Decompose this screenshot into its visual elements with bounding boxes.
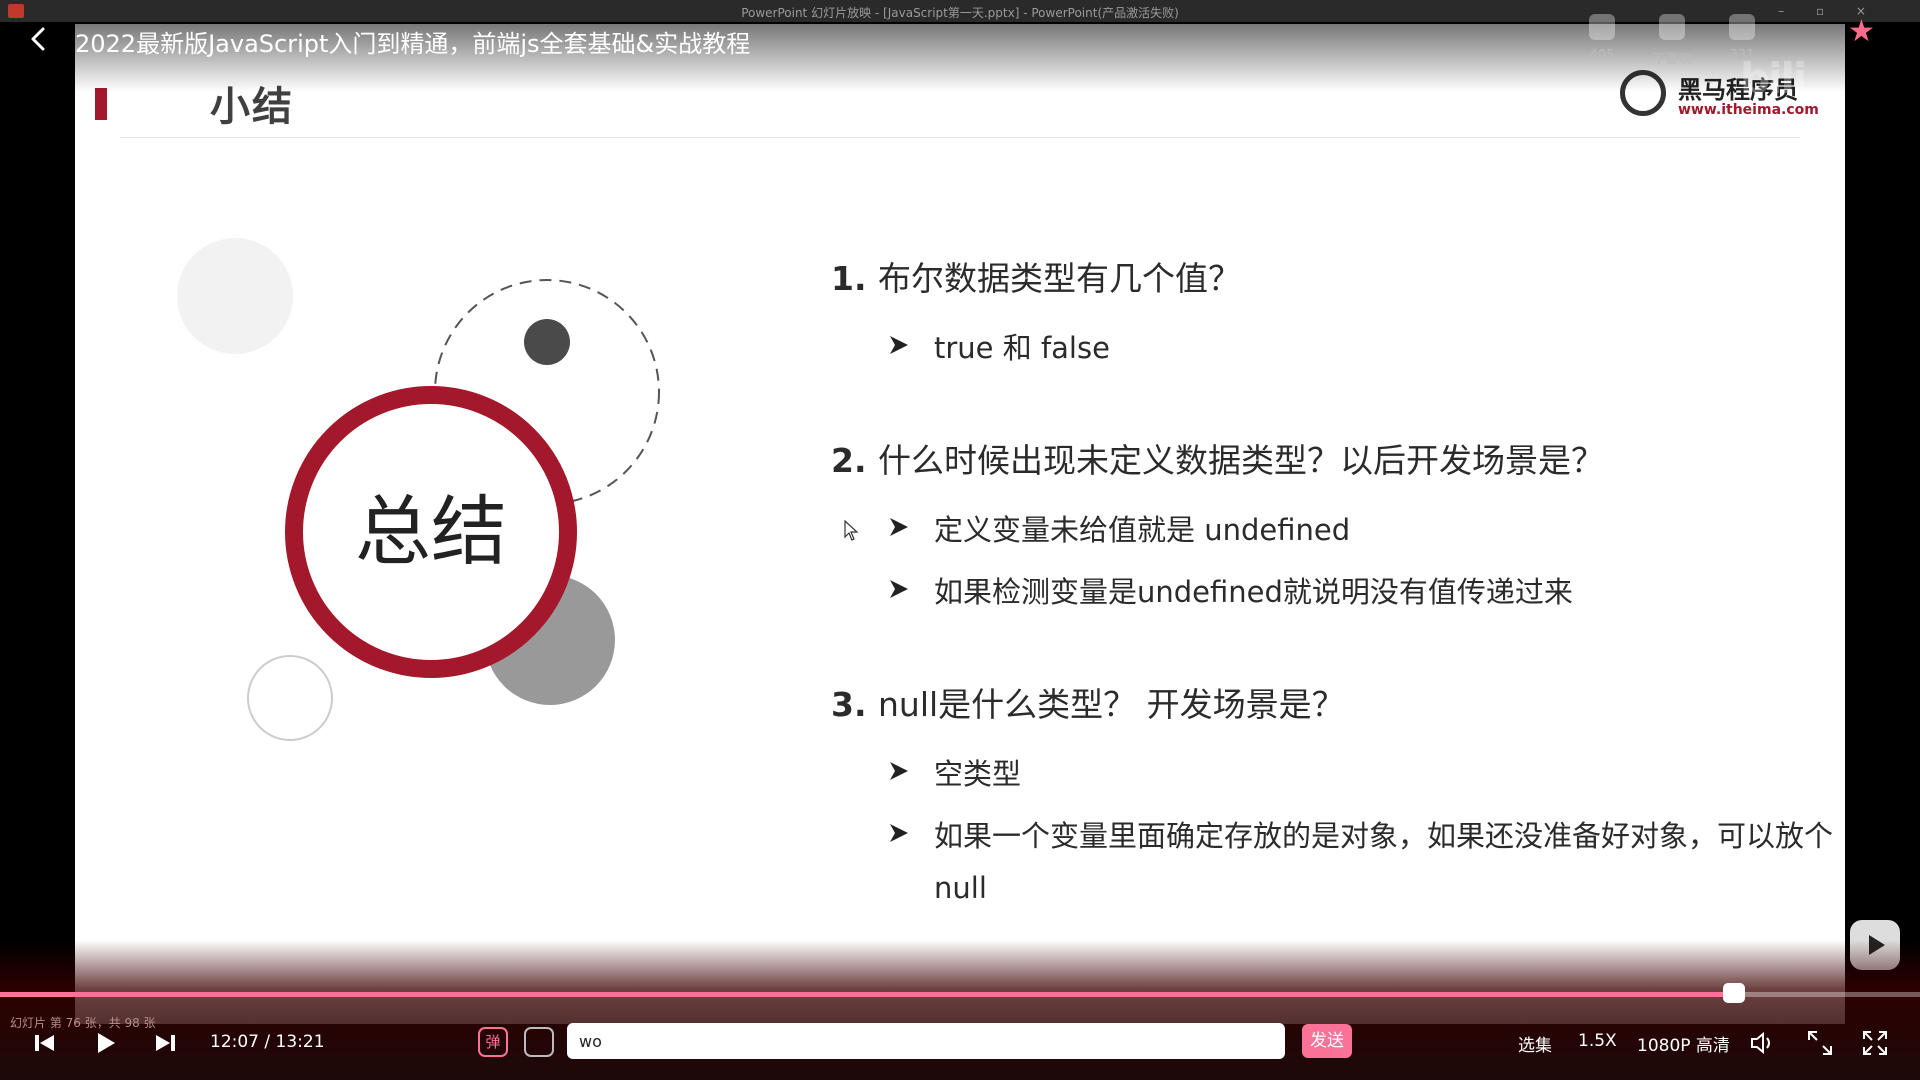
bullet-arrow-icon <box>890 518 908 536</box>
fullscreen-icon[interactable] <box>1860 1028 1890 1058</box>
question-number: 3. <box>831 685 867 724</box>
danmaku-settings-icon[interactable] <box>524 1027 554 1057</box>
like-icon <box>1589 14 1615 40</box>
bilibili-watermark-icon: bili <box>1740 54 1807 103</box>
play-icon[interactable] <box>90 1028 120 1058</box>
bullet-arrow-icon <box>890 762 908 780</box>
danmaku-toggle[interactable]: 弹 <box>478 1027 508 1057</box>
deco-circle-outline <box>247 655 333 741</box>
summary-circles-graphic: 总结 <box>177 238 660 741</box>
progress-thumb-icon[interactable] <box>1722 983 1745 1003</box>
dislike-button[interactable]: 不喜欢 <box>1642 14 1702 67</box>
answer-item: 定义变量未给值就是 undefined <box>831 504 1841 556</box>
coin-icon <box>1729 14 1755 40</box>
brand-url: www.itheima.com <box>1678 102 1819 118</box>
speed-button[interactable]: 1.5X <box>1578 1031 1617 1051</box>
favorite-star-icon[interactable]: ★ <box>1848 14 1875 49</box>
time-display: 12:07 / 13:21 <box>210 1032 325 1052</box>
summary-label: 总结 <box>355 487 507 576</box>
dislike-label: 不喜欢 <box>1652 52 1692 67</box>
bullet-arrow-icon <box>890 824 908 842</box>
question-item: 2. 什么时候出现未定义数据类型？以后开发场景是？ <box>831 434 1841 504</box>
answer-item: 如果一个变量里面确定存放的是对象，如果还没准备好对象，可以放个null <box>831 810 1841 914</box>
quality-button[interactable]: 1080P 高清 <box>1637 1031 1730 1056</box>
danmaku-input[interactable] <box>567 1023 1285 1059</box>
answer-item: 如果检测变量是undefined就说明没有值传递过来 <box>831 566 1841 618</box>
back-arrow-icon[interactable] <box>24 24 54 54</box>
question-item: 3. null是什么类型？ 开发场景是？ <box>831 678 1841 748</box>
question-number: 2. <box>831 441 867 480</box>
answer-text: 定义变量未给值就是 undefined <box>934 513 1351 547</box>
video-stats: 405 不喜欢 331 <box>1572 14 1872 84</box>
answer-item: true 和 false <box>831 322 1841 374</box>
answer-text: 如果一个变量里面确定存放的是对象，如果还没准备好对象，可以放个null <box>934 819 1834 905</box>
question-text: 什么时候出现未定义数据类型？以后开发场景是？ <box>878 441 1604 480</box>
answer-text: true 和 false <box>934 331 1110 365</box>
bullet-arrow-icon <box>890 580 908 598</box>
web-fullscreen-icon[interactable] <box>1805 1028 1835 1058</box>
answer-text: 空类型 <box>934 757 1022 791</box>
question-number: 1. <box>831 259 867 298</box>
question-text: null是什么类型？ 开发场景是？ <box>878 685 1345 724</box>
like-button[interactable]: 405 <box>1572 14 1632 63</box>
deco-circle-dark <box>524 319 570 365</box>
answer-item: 空类型 <box>831 748 1841 800</box>
progress-bar[interactable] <box>0 983 1920 1003</box>
next-icon[interactable] <box>150 1028 180 1058</box>
question-item: 1. 布尔数据类型有几个值？ <box>831 252 1841 322</box>
bullet-arrow-icon <box>890 336 908 354</box>
dislike-icon <box>1659 14 1685 40</box>
deco-circle-light <box>177 238 293 354</box>
player-controls <box>0 940 1920 1080</box>
video-title: 2022最新版JavaScript入门到精通，前端js全套基础&实战教程 <box>75 30 751 58</box>
question-list: 1. 布尔数据类型有几个值？ true 和 false 2. 什么时候出现未定义… <box>831 252 1841 914</box>
send-button[interactable]: 发送 <box>1302 1024 1352 1058</box>
volume-icon[interactable] <box>1748 1028 1778 1058</box>
question-text: 布尔数据类型有几个值？ <box>878 259 1241 298</box>
presentation-slide: 小结 黑马程序员 www.itheima.com 总结 1. 布尔数据类型有几个… <box>75 24 1845 1024</box>
episodes-button[interactable]: 选集 <box>1518 1031 1552 1056</box>
answer-text: 如果检测变量是undefined就说明没有值传递过来 <box>934 575 1573 609</box>
prev-icon[interactable] <box>30 1028 60 1058</box>
like-count: 405 <box>1589 48 1615 63</box>
progress-fill <box>0 992 1734 997</box>
